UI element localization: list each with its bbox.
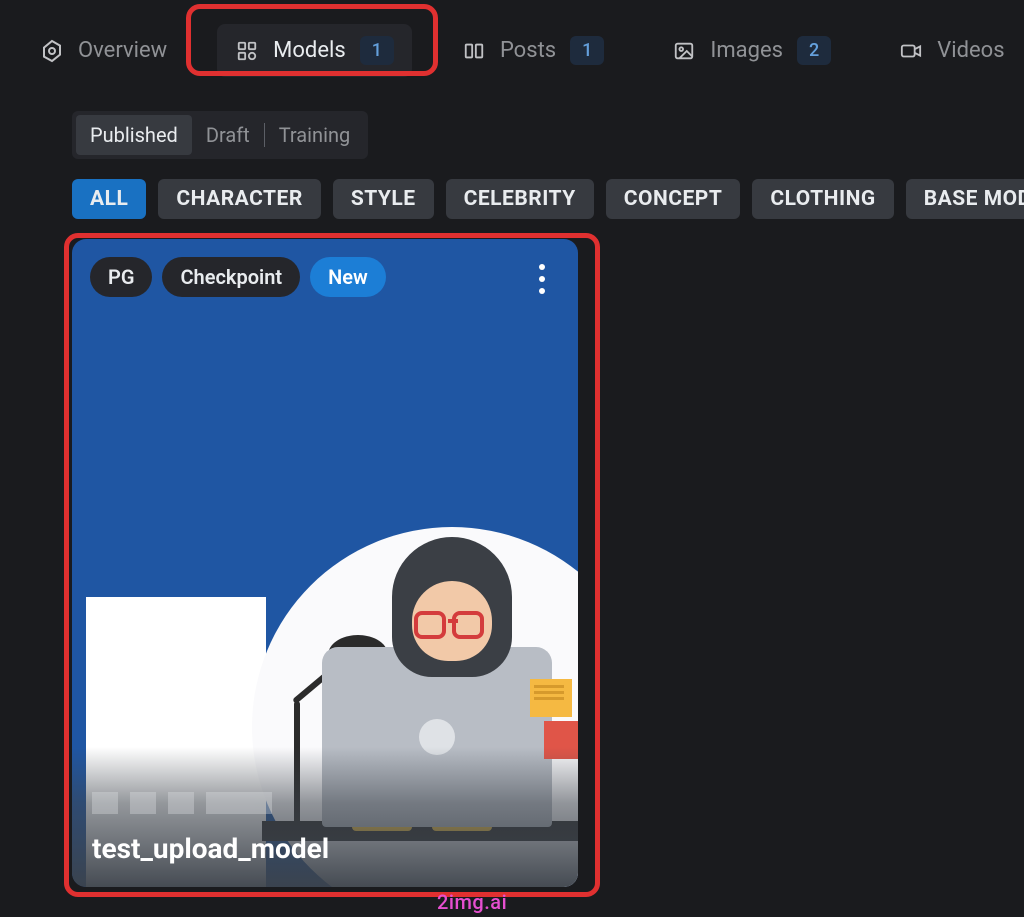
- nav-posts[interactable]: Posts 1: [444, 24, 622, 77]
- nav-label: Posts: [500, 38, 556, 63]
- category-base-model[interactable]: BASE MODEL: [906, 179, 1024, 219]
- card-menu-button[interactable]: [528, 261, 556, 297]
- status-tabs: Published Draft Training: [72, 111, 368, 159]
- dots-icon: [539, 264, 545, 270]
- nav-images[interactable]: Images 2: [654, 24, 849, 77]
- badge-pg: PG: [90, 257, 152, 297]
- top-nav: Overview Models 1 Posts 1 Images 2 Video…: [0, 0, 1024, 101]
- category-all[interactable]: ALL: [72, 179, 146, 219]
- model-card[interactable]: PG Checkpoint New: [72, 239, 578, 887]
- card-badges: PG Checkpoint New: [90, 257, 386, 297]
- dots-icon: [539, 276, 545, 282]
- card-footer: test_upload_model: [72, 747, 578, 887]
- card-wrap: PG Checkpoint New: [72, 239, 592, 887]
- badge-checkpoint: Checkpoint: [162, 257, 300, 297]
- watermark: 2img.ai: [437, 890, 507, 914]
- layout-icon: [462, 39, 486, 63]
- nav-label: Videos: [937, 38, 1004, 63]
- status-tab-draft[interactable]: Draft: [192, 115, 264, 155]
- nav-count-badge: 2: [797, 36, 831, 65]
- image-icon: [672, 39, 696, 63]
- nav-label: Overview: [78, 38, 167, 63]
- dots-icon: [539, 288, 545, 294]
- nav-count-badge: 1: [570, 36, 604, 65]
- hexagon-icon: [40, 39, 64, 63]
- category-clothing[interactable]: CLOTHING: [752, 179, 893, 219]
- video-icon: [899, 39, 923, 63]
- nav-label: Images: [710, 38, 783, 63]
- grid-icon: [235, 39, 259, 63]
- category-style[interactable]: STYLE: [333, 179, 434, 219]
- nav-videos[interactable]: Videos: [881, 26, 1022, 75]
- nav-count-badge: 1: [360, 36, 394, 65]
- category-concept[interactable]: CONCEPT: [606, 179, 741, 219]
- nav-overview[interactable]: Overview: [22, 26, 185, 75]
- status-tab-published[interactable]: Published: [76, 115, 192, 155]
- category-character[interactable]: CHARACTER: [158, 179, 320, 219]
- nav-models[interactable]: Models 1: [217, 24, 412, 77]
- category-row: ALL CHARACTER STYLE CELEBRITY CONCEPT CL…: [72, 179, 1024, 219]
- card-title: test_upload_model: [92, 832, 558, 865]
- category-celebrity[interactable]: CELEBRITY: [446, 179, 594, 219]
- nav-label: Models: [273, 38, 346, 63]
- stat-placeholders: [92, 792, 558, 814]
- status-tab-training[interactable]: Training: [265, 115, 365, 155]
- badge-new: New: [310, 257, 386, 297]
